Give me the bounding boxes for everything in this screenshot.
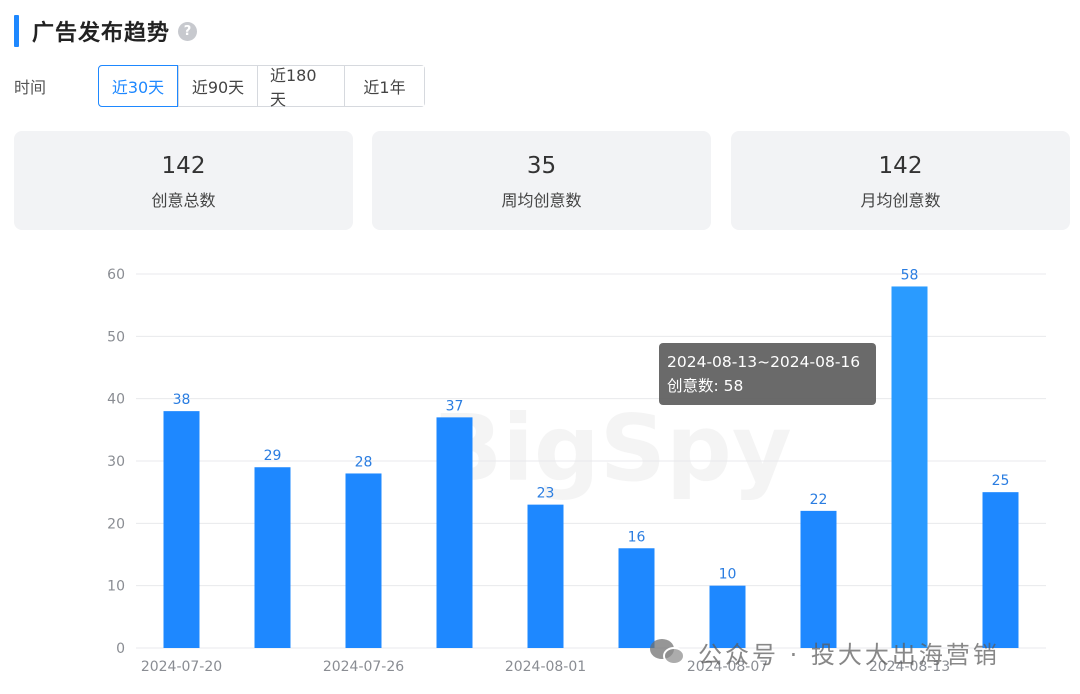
data-label: 37 xyxy=(446,398,464,414)
wechat-watermark: 公众号 · 投大大出海营销 xyxy=(650,632,1000,672)
range-option-90d[interactable]: 近90天 xyxy=(178,66,257,106)
time-filter-label: 时间 xyxy=(14,78,47,97)
range-option-1y[interactable]: 近1年 xyxy=(344,66,424,106)
bar xyxy=(982,492,1019,648)
data-label: 58 xyxy=(901,267,919,283)
bar xyxy=(527,504,564,648)
y-tick-label: 50 xyxy=(107,329,125,345)
data-label: 28 xyxy=(355,454,373,470)
bigspy-watermark: BigSpy xyxy=(432,395,792,502)
stat-value: 142 xyxy=(161,152,206,179)
tooltip-value: 创意数: 58 xyxy=(667,377,744,395)
stat-label: 创意总数 xyxy=(151,190,216,210)
wechat-icon xyxy=(650,637,686,667)
y-tick-label: 20 xyxy=(107,516,125,532)
range-option-180d[interactable]: 近180天 xyxy=(257,66,344,109)
x-tick-label: 2024-07-26 xyxy=(323,659,404,675)
x-tick-label: 2024-07-20 xyxy=(141,659,222,675)
data-label: 10 xyxy=(719,567,737,583)
x-tick-label: 2024-08-01 xyxy=(505,659,586,675)
title-accent-bar xyxy=(14,15,19,47)
y-tick-label: 30 xyxy=(107,454,125,470)
help-icon[interactable]: ? xyxy=(178,21,198,41)
data-label: 25 xyxy=(992,473,1010,489)
stat-value: 142 xyxy=(878,152,923,179)
data-label: 29 xyxy=(264,448,282,464)
time-filter: 时间 近30天 近90天 近180天 近1年 xyxy=(14,65,425,109)
range-option-30d[interactable]: 近30天 xyxy=(98,65,178,107)
tooltip-date-range: 2024-08-13~2024-08-16 xyxy=(667,353,861,371)
trend-bar-chart: BigSpy 0 10 20 30 40 50 60 38 29 28 37 23 16 10 22 58 25 2… xyxy=(107,267,1046,675)
stat-label: 周均创意数 xyxy=(501,190,582,210)
bar xyxy=(345,473,382,648)
page-title: 广告发布趋势 xyxy=(32,21,171,46)
stat-card-weekly-avg: 35 周均创意数 xyxy=(372,131,711,230)
stat-card-total: 142 创意总数 xyxy=(14,131,353,230)
bar xyxy=(254,467,291,648)
y-tick-label: 0 xyxy=(116,641,125,657)
y-tick-label: 60 xyxy=(107,267,125,283)
chart-tooltip: 2024-08-13~2024-08-16 创意数: 58 xyxy=(659,343,876,405)
section-header: 广告发布趋势 ? xyxy=(14,14,198,48)
bar xyxy=(163,411,200,648)
stat-card-monthly-avg: 142 月均创意数 xyxy=(731,131,1070,230)
bar xyxy=(891,286,928,648)
time-range-selector: 近30天 近90天 近180天 近1年 xyxy=(98,65,425,109)
data-label: 16 xyxy=(628,529,646,545)
y-tick-label: 10 xyxy=(107,579,125,595)
data-label: 22 xyxy=(810,492,828,508)
stat-value: 35 xyxy=(526,152,557,179)
bar xyxy=(436,417,473,648)
bar xyxy=(800,510,837,648)
watermark-text: 公众号 · 投大大出海营销 xyxy=(698,640,1000,669)
data-label: 23 xyxy=(537,486,555,502)
stat-label: 月均创意数 xyxy=(860,190,941,210)
data-label: 38 xyxy=(173,392,191,408)
y-tick-label: 40 xyxy=(107,392,125,408)
